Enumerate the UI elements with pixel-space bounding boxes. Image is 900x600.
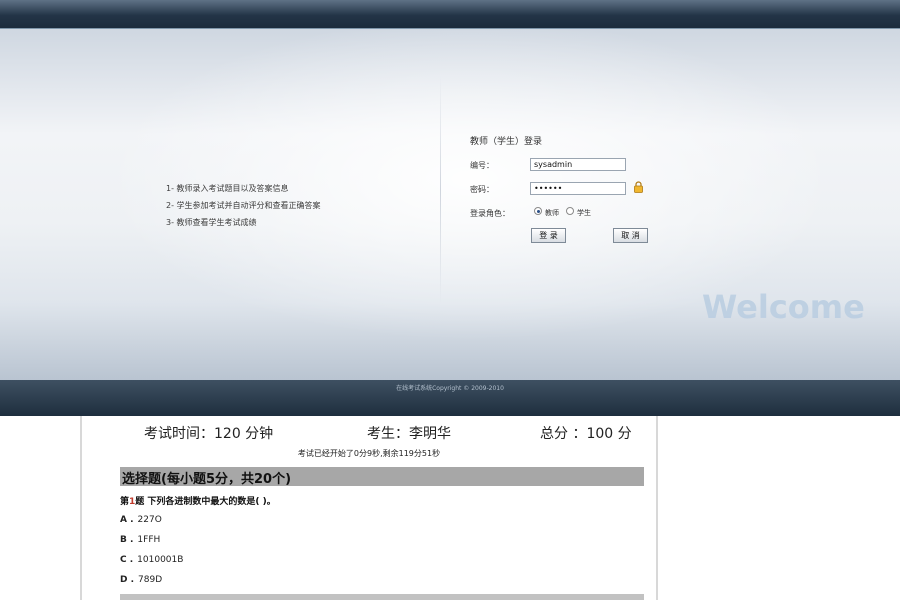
next-section-header [120,594,644,600]
option-a[interactable]: A . 227O [120,515,162,525]
login-title: 教师（学生）登录 [470,137,543,147]
id-label: 编号： [470,161,494,170]
examinee-name: 考生：李明华 [367,426,451,442]
exam-duration: 考试时间：120 分钟 [144,426,274,442]
role-radio-student[interactable] [566,207,574,215]
role-student-label: 学生 [577,209,591,217]
option-d[interactable]: D . 789D [120,575,162,585]
option-letter: D . [120,575,135,585]
panel-divider [440,75,441,305]
option-letter: A . [120,515,134,525]
password-input[interactable] [530,182,626,195]
password-label: 密码： [470,185,494,194]
option-letter: B . [120,535,134,545]
lock-icon [634,181,643,193]
feature-item-3: 3- 教师查看学生考试成绩 [166,218,257,227]
role-radio-teacher[interactable] [534,207,542,215]
option-b[interactable]: B . 1FFH [120,535,160,545]
option-letter: C . [120,555,134,565]
elapsed-time: 考试已经开始了0分9秒,剩余119分51秒 [297,449,441,458]
section-header: 选择题(每小题5分，共20个) [120,467,644,487]
question-prefix: 第 [120,497,130,507]
copyright-text: 在线考试系统Copyright © 2009-2010 [396,385,504,392]
feature-item-2: 2- 学生参加考试并自动评分和查看正确答案 [166,201,321,210]
feature-item-1: 1- 教师录入考试题目以及答案信息 [166,184,289,193]
total-score: 总分 ：100 分 [540,426,632,442]
option-text: 1010001B [137,555,184,565]
option-text: 227O [137,515,162,525]
option-text: 789D [138,575,163,585]
exam-screenshot: 考试时间：120 分钟 考生：李明华 总分 ：100 分 考试已经开始了0分9秒… [80,416,658,600]
question-text: 第1题 下列各进制数中最大的数是( )。 [120,494,276,507]
login-background [0,29,900,380]
login-screenshot: 1- 教师录入考试题目以及答案信息 2- 学生参加考试并自动评分和查看正确答案 … [0,0,900,416]
role-label: 登录角色： [470,209,510,218]
welcome-watermark: Welcome [702,288,865,326]
option-c[interactable]: C . 1010001B [120,555,183,565]
option-text: 1FFH [137,535,161,545]
role-teacher-label: 教师 [545,209,559,217]
question-body: 题 下列各进制数中最大的数是( )。 [135,497,276,507]
top-header-bar [0,0,900,29]
id-input[interactable] [530,158,626,171]
login-button[interactable]: 登 录 [531,228,566,243]
cancel-button[interactable]: 取 消 [613,228,648,243]
section-title: 选择题(每小题5分，共20个) [122,472,292,487]
